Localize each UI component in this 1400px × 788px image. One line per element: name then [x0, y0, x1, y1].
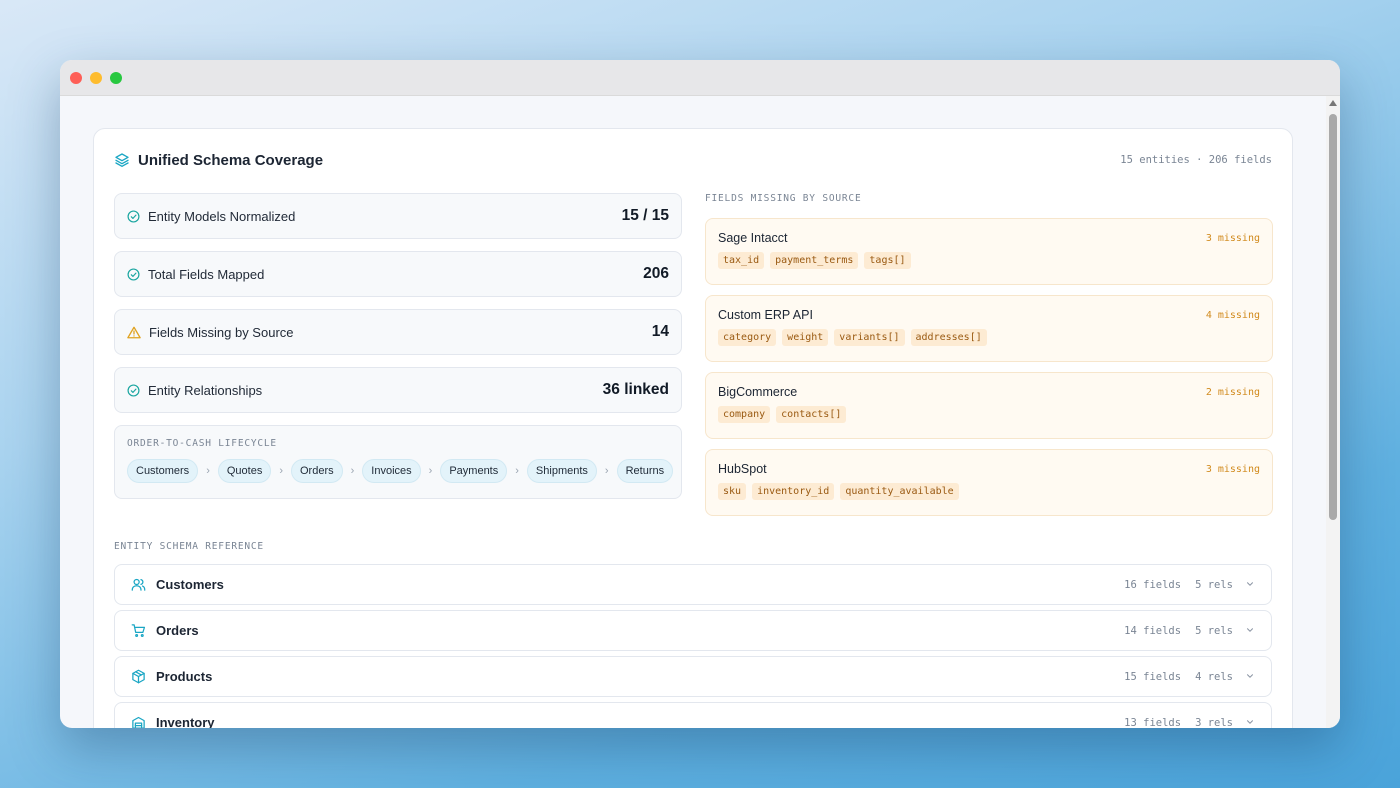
- stats-panel: Entity Models Normalized 15 / 15 Total F…: [114, 193, 682, 499]
- scroll-thumb[interactable]: [1329, 114, 1337, 520]
- chevron-down-icon[interactable]: [1245, 714, 1255, 729]
- lifecycle-caption: ORDER-TO-CASH LIFECYCLE: [127, 438, 277, 449]
- stat-value: 36 linked: [602, 381, 669, 398]
- reference-caption: ENTITY SCHEMA REFERENCE: [114, 541, 264, 552]
- missing-field-tag: tax_id: [718, 252, 765, 269]
- chevron-right-icon: ›: [604, 465, 609, 477]
- entity-field-count: 15 fields: [1124, 670, 1182, 683]
- cart-icon: [131, 623, 146, 638]
- stat-value: 206: [643, 265, 669, 282]
- schema-summary: 15 entities · 206 fields: [1120, 154, 1272, 166]
- missing-caption: FIELDS MISSING BY SOURCE: [705, 193, 862, 204]
- lifecycle-step[interactable]: Shipments: [526, 459, 597, 483]
- entity-field-count: 13 fields: [1124, 716, 1182, 729]
- warning-triangle-icon: [127, 326, 141, 339]
- chevron-right-icon: ›: [515, 465, 519, 477]
- page-viewport: Unified Schema Coverage 15 entities · 20…: [60, 96, 1340, 728]
- order-to-cash-lifecycle: ORDER-TO-CASH LIFECYCLE Customers › Quot…: [114, 425, 682, 499]
- entity-field-count: 16 fields: [1124, 578, 1182, 591]
- entity-name: Customers: [156, 577, 224, 592]
- entity-row-customers[interactable]: Customers 16 fields 5 rels: [114, 564, 1272, 605]
- users-icon: [131, 577, 146, 592]
- lifecycle-step[interactable]: Payments: [440, 459, 508, 483]
- stat-fields-missing: Fields Missing by Source 14: [114, 309, 682, 355]
- missing-field-tag: quantity_available: [840, 483, 959, 500]
- minimize-window-button[interactable]: [90, 72, 102, 84]
- lifecycle-step[interactable]: Quotes: [217, 459, 272, 483]
- missing-count: 2 missing: [1205, 386, 1260, 398]
- lifecycle-step[interactable]: Invoices: [362, 459, 421, 483]
- check-circle-icon: [127, 267, 140, 281]
- missing-field-tag: category: [718, 329, 777, 346]
- page-title: Unified Schema Coverage: [138, 151, 324, 169]
- missing-field-tag: company: [718, 406, 771, 423]
- entity-rel-count: 4 rels: [1195, 670, 1233, 683]
- source-name: Custom ERP API: [718, 308, 813, 322]
- browser-window: Unified Schema Coverage 15 entities · 20…: [60, 60, 1340, 728]
- chevron-right-icon: ›: [206, 465, 210, 477]
- missing-count: 4 missing: [1205, 309, 1260, 321]
- source-name: HubSpot: [718, 462, 767, 476]
- chevron-right-icon: ›: [350, 465, 355, 477]
- stat-label: Entity Relationships: [148, 382, 263, 398]
- stat-value: 15 / 15: [621, 207, 669, 224]
- check-circle-icon: [127, 383, 140, 397]
- missing-field-tag: weight: [782, 329, 829, 346]
- entity-rel-count: 5 rels: [1195, 624, 1233, 637]
- layers-icon: [114, 152, 130, 168]
- source-name: BigCommerce: [718, 385, 798, 399]
- warehouse-icon: [131, 715, 146, 728]
- stat-label: Total Fields Mapped: [148, 266, 265, 282]
- chevron-right-icon: ›: [279, 465, 283, 477]
- entity-name: Orders: [156, 623, 199, 638]
- chevron-down-icon[interactable]: [1245, 576, 1255, 594]
- schema-coverage-card: Unified Schema Coverage 15 entities · 20…: [93, 128, 1293, 728]
- lifecycle-step[interactable]: Orders: [291, 459, 343, 483]
- entity-rel-count: 3 rels: [1195, 716, 1233, 729]
- missing-field-tag: inventory_id: [752, 483, 835, 500]
- entity-schema-reference: ENTITY SCHEMA REFERENCE Customers 16 fie…: [114, 541, 1272, 728]
- chevron-down-icon[interactable]: [1245, 622, 1255, 640]
- chevron-down-icon[interactable]: [1245, 668, 1255, 686]
- missing-count: 3 missing: [1205, 463, 1260, 475]
- missing-field-tag: contacts[]: [776, 406, 847, 423]
- close-window-button[interactable]: [70, 72, 82, 84]
- fields-missing-panel: FIELDS MISSING BY SOURCE Sage Intacct 3 …: [705, 193, 1273, 526]
- stat-fields-mapped: Total Fields Mapped 206: [114, 251, 682, 297]
- lifecycle-chain: Customers › Quotes › Orders › Invoices ›…: [127, 459, 674, 483]
- entity-name: Inventory: [156, 715, 215, 728]
- entity-row-inventory[interactable]: Inventory 13 fields 3 rels: [114, 702, 1272, 728]
- missing-field-tag: tags[]: [864, 252, 911, 269]
- entity-row-orders[interactable]: Orders 14 fields 5 rels: [114, 610, 1272, 651]
- source-name: Sage Intacct: [718, 231, 788, 245]
- missing-field-tag: addresses[]: [910, 329, 987, 346]
- stat-entity-models: Entity Models Normalized 15 / 15: [114, 193, 682, 239]
- stat-label: Entity Models Normalized: [148, 208, 296, 224]
- source-card-hubspot: HubSpot 3 missing sku inventory_id quant…: [705, 449, 1273, 516]
- vertical-scrollbar[interactable]: [1326, 96, 1340, 728]
- missing-count: 3 missing: [1205, 232, 1260, 244]
- stat-relationships: Entity Relationships 36 linked: [114, 367, 682, 413]
- package-icon: [131, 669, 146, 684]
- title-bar: [60, 60, 1340, 96]
- missing-field-tag: variants[]: [834, 329, 905, 346]
- scroll-up-arrow[interactable]: [1329, 100, 1337, 106]
- entity-rel-count: 5 rels: [1195, 578, 1233, 591]
- missing-field-tag: payment_terms: [770, 252, 859, 269]
- source-card-custom-erp-api: Custom ERP API 4 missing category weight…: [705, 295, 1273, 362]
- entity-name: Products: [156, 669, 213, 684]
- maximize-window-button[interactable]: [110, 72, 122, 84]
- chevron-right-icon: ›: [428, 465, 433, 477]
- card-header: Unified Schema Coverage 15 entities · 20…: [114, 149, 1272, 171]
- stat-label: Fields Missing by Source: [149, 324, 294, 340]
- lifecycle-step[interactable]: Returns: [616, 459, 674, 483]
- stat-value: 14: [651, 323, 669, 340]
- check-circle-icon: [127, 209, 140, 223]
- missing-field-tag: sku: [718, 483, 747, 500]
- entity-row-products[interactable]: Products 15 fields 4 rels: [114, 656, 1272, 697]
- source-card-bigcommerce: BigCommerce 2 missing company contacts[]: [705, 372, 1273, 439]
- source-card-sage-intacct: Sage Intacct 3 missing tax_id payment_te…: [705, 218, 1273, 285]
- lifecycle-step[interactable]: Customers: [127, 459, 199, 483]
- entity-field-count: 14 fields: [1124, 624, 1182, 637]
